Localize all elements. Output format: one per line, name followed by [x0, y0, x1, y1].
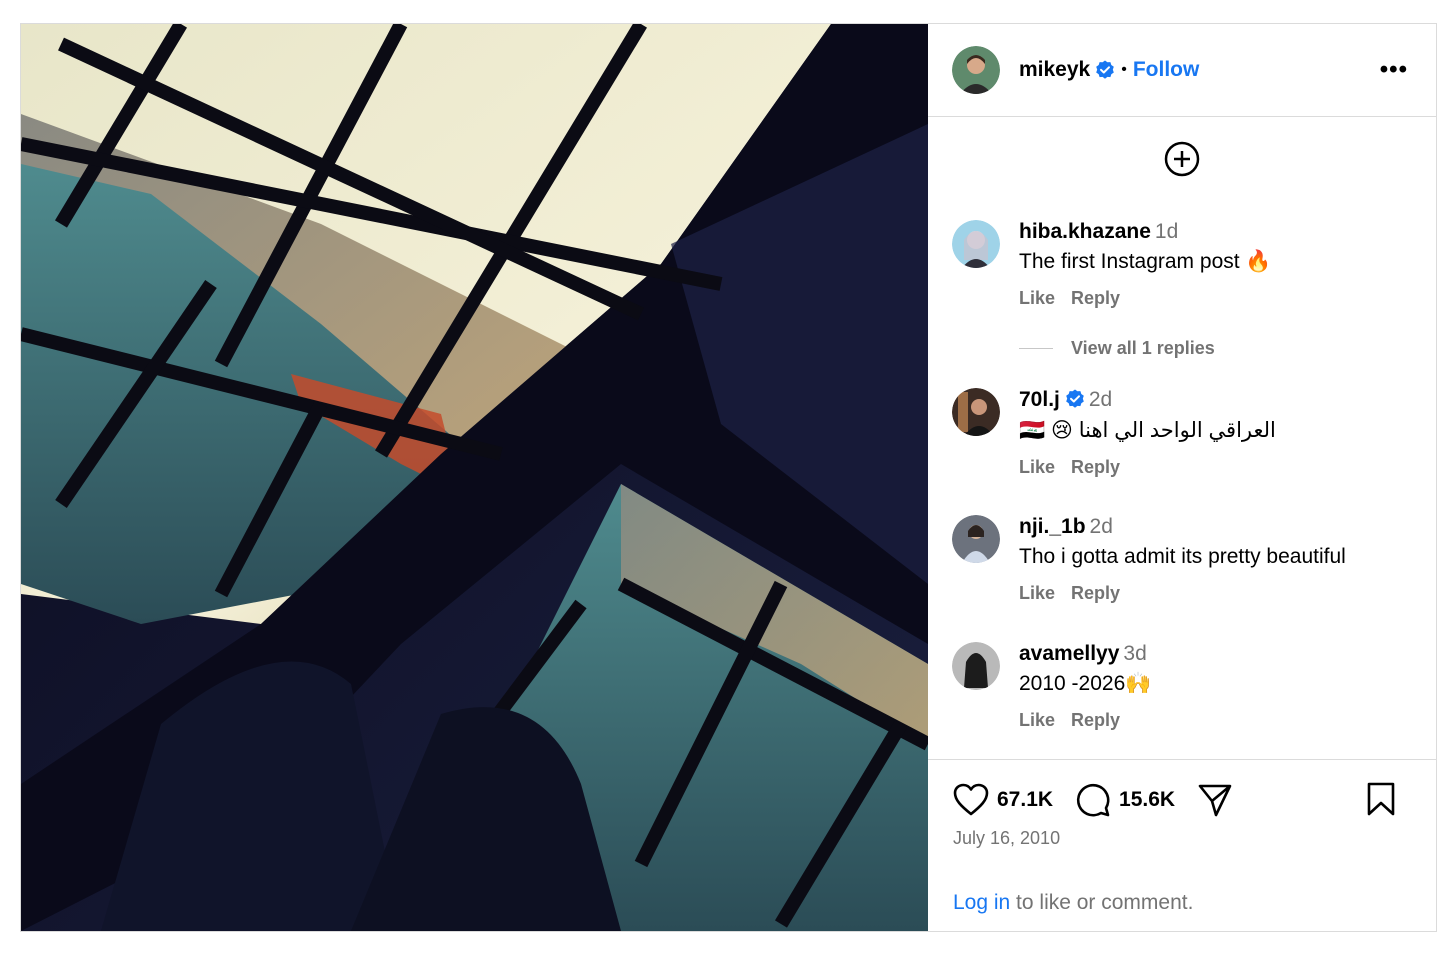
- comment-like-button[interactable]: Like: [1019, 583, 1055, 603]
- login-link[interactable]: Log in: [953, 891, 1010, 914]
- comment-like-button[interactable]: Like: [1019, 710, 1055, 730]
- bookmark-icon[interactable]: [1366, 782, 1396, 816]
- comment-avatar[interactable]: [952, 220, 1000, 268]
- author-avatar[interactable]: [952, 46, 1000, 94]
- comment-username[interactable]: hiba.khazane: [1019, 220, 1151, 243]
- comment-count: 15.6K: [1119, 788, 1176, 811]
- comment-text: The first Instagram post 🔥: [1019, 250, 1272, 273]
- view-replies-button[interactable]: View all 1 replies: [1019, 338, 1215, 359]
- post-footer: 67.1K 15.6K July 16, 2010 Log in to like…: [928, 759, 1436, 931]
- post-photo[interactable]: [21, 24, 928, 931]
- verified-badge-icon: [1096, 60, 1115, 79]
- comment-time: 2d: [1089, 515, 1113, 538]
- like-count: 67.1K: [997, 788, 1054, 811]
- comments-section: hiba.khazane 1d The first Instagram post …: [928, 117, 1436, 759]
- comment-time: 3d: [1123, 642, 1147, 665]
- view-replies-label: View all 1 replies: [1071, 338, 1215, 358]
- verified-badge-icon: [1066, 389, 1084, 408]
- comment-icon[interactable]: [1075, 782, 1111, 818]
- comment-avatar[interactable]: [952, 388, 1000, 436]
- replies-divider: [1019, 348, 1053, 349]
- comment-text: 🇮🇶 😢 العراقي الواحد الي اهنا: [1019, 419, 1276, 442]
- comment-username[interactable]: nji._1b: [1019, 515, 1086, 538]
- share-icon[interactable]: [1197, 782, 1233, 818]
- comment-avatar[interactable]: [952, 642, 1000, 690]
- comment-like-button[interactable]: Like: [1019, 457, 1055, 477]
- heart-icon[interactable]: [953, 783, 989, 817]
- follow-button[interactable]: Follow: [1133, 58, 1200, 82]
- comment-reply-button[interactable]: Reply: [1071, 457, 1120, 477]
- comment-time: 2d: [1088, 388, 1113, 411]
- comment-reply-button[interactable]: Reply: [1071, 710, 1120, 730]
- comment-username[interactable]: avamellyy: [1019, 642, 1119, 665]
- photo-illustration: [21, 24, 928, 931]
- post-sidebar: mikeyk • Follow ••• hiba.khazane 1d The …: [928, 24, 1436, 931]
- post-header: mikeyk • Follow •••: [928, 24, 1436, 117]
- comment-reply-button[interactable]: Reply: [1071, 288, 1120, 308]
- login-prompt: Log in to like or comment.: [953, 891, 1193, 915]
- comment-text: 2010 -2026🙌: [1019, 672, 1152, 695]
- author-username[interactable]: mikeyk: [1019, 58, 1090, 82]
- login-prompt-text: to like or comment.: [1010, 891, 1194, 914]
- comment-reply-button[interactable]: Reply: [1071, 583, 1120, 603]
- comment-like-button[interactable]: Like: [1019, 288, 1055, 308]
- comment-avatar[interactable]: [952, 515, 1000, 563]
- comment-text: Tho i gotta admit its pretty beautiful: [1019, 545, 1346, 568]
- post-date: July 16, 2010: [953, 828, 1061, 848]
- post-container: mikeyk • Follow ••• hiba.khazane 1d The …: [20, 23, 1437, 932]
- more-options-icon[interactable]: •••: [1380, 56, 1408, 84]
- header-separator: •: [1121, 61, 1127, 78]
- add-circle-icon[interactable]: [1164, 141, 1200, 177]
- comment-username[interactable]: 70l.j: [1019, 388, 1060, 411]
- action-bar: 67.1K 15.6K: [953, 782, 1233, 818]
- comment-time: 1d: [1154, 220, 1179, 243]
